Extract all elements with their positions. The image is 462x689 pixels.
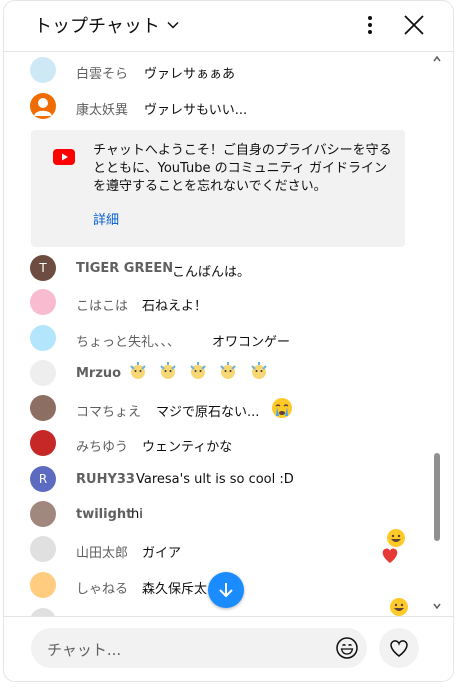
- avatar[interactable]: [30, 325, 56, 351]
- chat-message: ちょっと失礼、、、 オワコンゲー: [4, 320, 434, 356]
- author-name[interactable]: みちゆう: [76, 436, 128, 455]
- message-emojis: [128, 361, 275, 381]
- chat-message: T TIGER GREEN こんばんは。: [4, 250, 434, 286]
- scrollbar-thumb[interactable]: [434, 453, 440, 541]
- chat-message: コマちょえ マジで原石ない...: [4, 390, 434, 426]
- crying-face-icon: [272, 398, 292, 418]
- author-name[interactable]: しゃねる: [76, 578, 128, 597]
- message-text: マジで原石ない...: [156, 405, 260, 420]
- message-text: hi: [131, 507, 143, 522]
- avatar[interactable]: [30, 501, 56, 527]
- grinning-face-icon: [390, 598, 408, 616]
- avatar[interactable]: [30, 430, 56, 456]
- message-text: 石ねえよ！: [142, 299, 208, 314]
- message-text: オワコンゲー: [212, 335, 291, 350]
- message-text: ウェンティかな: [142, 440, 233, 455]
- chat-input-placeholder: チャット...: [47, 641, 122, 659]
- message-text: ヴァレサぁぁあ: [144, 67, 236, 82]
- chat-title: トップチャット: [34, 16, 160, 37]
- author-name[interactable]: 白雲そら: [76, 63, 128, 82]
- heart-reaction-button[interactable]: [379, 628, 419, 668]
- avatar[interactable]: [30, 395, 56, 421]
- arrow-down-icon: [219, 583, 233, 598]
- custom-emoji-icon: [160, 362, 176, 379]
- chat-message: みちゆう ウェンティかな: [4, 425, 434, 461]
- avatar[interactable]: [30, 608, 56, 616]
- author-name[interactable]: twilight: [76, 507, 132, 522]
- person-icon: [34, 98, 52, 116]
- avatar[interactable]: [30, 93, 56, 119]
- avatar[interactable]: [30, 536, 56, 562]
- avatar[interactable]: R: [30, 466, 56, 492]
- custom-emoji-icon: [190, 362, 206, 379]
- avatar[interactable]: [30, 289, 56, 315]
- chat-input-bar: チャット...: [4, 616, 453, 681]
- chat-message: こはこは 石ねえよ！: [4, 284, 434, 320]
- chat-message: 山田太郎 ガイア: [4, 531, 434, 567]
- chat-message: 康太妖異 ヴァレサもいい...: [4, 88, 434, 124]
- chat-header: トップチャット: [4, 1, 453, 52]
- chat-message: R RUHY33 Varesa's ult is so cool :D: [4, 461, 434, 497]
- custom-emoji-icon: [220, 362, 237, 379]
- chevron-down-icon: [167, 21, 179, 29]
- author-name[interactable]: ちょっと失礼、、、: [76, 331, 180, 350]
- message-text: ガイア: [142, 546, 182, 561]
- message-text: 森久保斥太: [142, 582, 208, 597]
- avatar[interactable]: T: [30, 255, 56, 281]
- chat-message: 白雲そら ヴァレサぁぁあ: [4, 52, 434, 88]
- avatar[interactable]: [30, 360, 56, 386]
- author-name[interactable]: RUHY33: [76, 472, 135, 487]
- scroll-up-arrow-icon[interactable]: [432, 54, 442, 64]
- author-name[interactable]: 康太妖異: [76, 99, 128, 118]
- avatar[interactable]: [30, 572, 56, 598]
- author-name[interactable]: こはこは: [76, 295, 128, 314]
- chat-panel: トップチャット 白雲そら ヴァレサぁぁあ 康太妖異 ヴァレサもいい... チャッ…: [3, 0, 454, 682]
- jump-to-latest-button[interactable]: [208, 572, 244, 608]
- more-vert-icon[interactable]: [360, 11, 380, 39]
- scroll-down-arrow-icon[interactable]: [432, 601, 442, 611]
- close-icon[interactable]: [402, 13, 426, 37]
- welcome-notice: チャットへようこそ！ご自身のプライバシーを守るとともに、YouTube のコミュ…: [31, 130, 405, 247]
- learn-more-link[interactable]: 詳細: [93, 209, 119, 228]
- author-name[interactable]: TIGER GREEN: [76, 261, 173, 276]
- message-text: Varesa's ult is so cool :D: [136, 472, 294, 487]
- red-heart-icon: [382, 548, 398, 563]
- chat-mode-dropdown[interactable]: トップチャット: [34, 11, 180, 39]
- heart-icon: [390, 640, 408, 657]
- message-text: こんばんは。: [172, 265, 251, 280]
- author-name[interactable]: コマちょえ: [76, 401, 141, 420]
- author-name[interactable]: 山田太郎: [76, 542, 128, 561]
- chat-message: twilight hi: [4, 496, 434, 532]
- chat-input[interactable]: チャット...: [31, 628, 367, 668]
- avatar[interactable]: [30, 57, 56, 83]
- chat-message: Mrzuo: [4, 355, 434, 391]
- notice-text: チャットへようこそ！ご自身のプライバシーを守るとともに、YouTube のコミュ…: [93, 143, 392, 194]
- emoji-icon[interactable]: [335, 636, 359, 660]
- custom-emoji-icon: [130, 362, 146, 379]
- youtube-icon: [53, 149, 75, 165]
- author-name[interactable]: Mrzuo: [76, 366, 121, 381]
- custom-emoji-icon: [250, 362, 267, 379]
- message-text: ヴァレサもいい...: [144, 103, 248, 118]
